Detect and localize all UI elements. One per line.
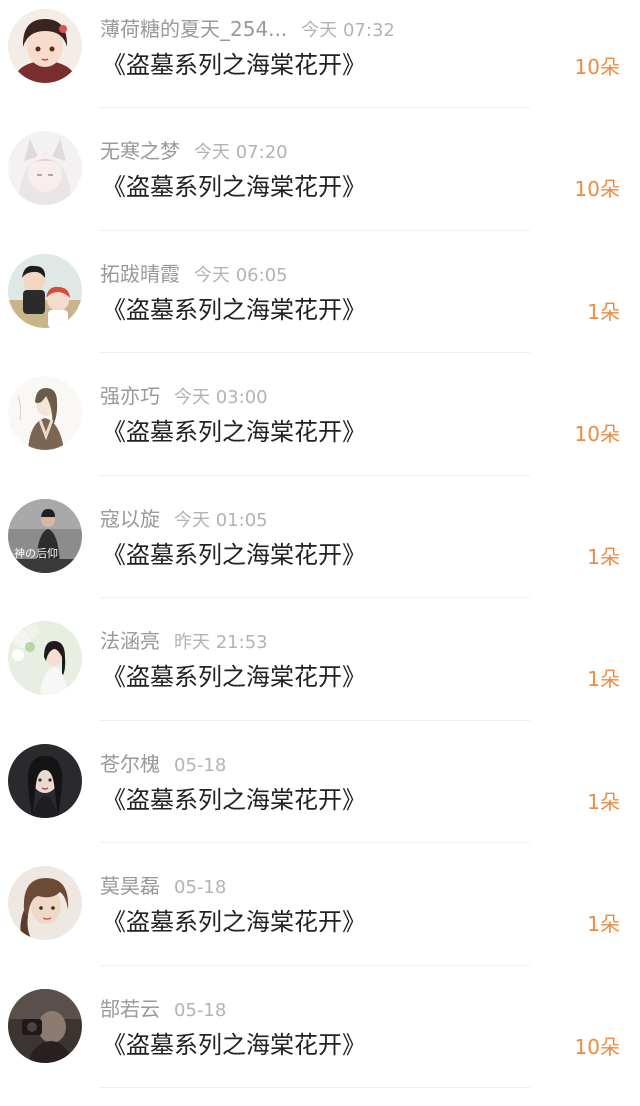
avatar[interactable]: [8, 743, 82, 818]
white-hair-icon: [8, 131, 82, 205]
portrait-woman-icon: [8, 866, 82, 940]
avatar[interactable]: [8, 131, 82, 205]
timestamp: 05-18: [174, 999, 227, 1021]
row-meta: 拓跋晴霞 今天 06:05: [100, 259, 288, 289]
user-name[interactable]: 郜若云: [100, 997, 160, 1021]
dark-girl-icon: [8, 743, 82, 818]
flower-girl-icon: [8, 621, 82, 695]
timestamp: 今天 07:32: [301, 20, 395, 41]
book-title: 《盗墓系列之海棠花开》: [102, 663, 366, 691]
list-item[interactable]: 苍尔槐 05-18 《盗墓系列之海棠花开》 1朵: [0, 721, 640, 843]
row-meta: 无寒之梦 今天 07:20: [100, 136, 288, 166]
user-name[interactable]: 法涵亮: [100, 629, 160, 653]
user-name[interactable]: 强亦巧: [100, 384, 160, 408]
user-name[interactable]: 薄荷糖的夏天_254...: [100, 17, 287, 41]
timestamp: 05-18: [174, 877, 227, 898]
book-title: 《盗墓系列之海棠花开》: [102, 51, 366, 79]
book-title: 《盗墓系列之海棠花开》: [102, 173, 366, 201]
timestamp: 昨天 21:53: [174, 632, 268, 653]
timestamp: 05-18: [174, 754, 227, 776]
row-meta: 苍尔槐 05-18: [100, 749, 226, 779]
timestamp: 今天 07:20: [194, 142, 288, 163]
user-name[interactable]: 苍尔槐: [100, 752, 160, 776]
avatar[interactable]: [8, 376, 82, 450]
list-item[interactable]: 神の后仰 寇以旋 今天 01:05 《盗墓系列之海棠花开》 1朵: [0, 476, 640, 598]
flower-count: 10朵: [574, 55, 620, 79]
row-meta: 强亦巧 今天 03:00: [100, 381, 268, 411]
sketch-man-icon: [8, 376, 82, 450]
flower-count: 1朵: [587, 789, 620, 814]
book-title: 《盗墓系列之海棠花开》: [102, 1030, 366, 1059]
user-name[interactable]: 拓跋晴霞: [100, 262, 180, 286]
avatar[interactable]: [8, 621, 82, 695]
avatar[interactable]: [8, 9, 82, 83]
divider: [100, 1087, 530, 1088]
row-meta: 莫昊磊 05-18: [100, 871, 226, 901]
flower-count: 1朵: [587, 667, 620, 691]
cartoon-duo-icon: [8, 253, 82, 328]
flower-count: 10朵: [574, 422, 620, 446]
avatar[interactable]: [8, 253, 82, 328]
flower-count: 10朵: [574, 177, 620, 201]
avatar[interactable]: [8, 988, 82, 1063]
row-meta: 郜若云 05-18: [100, 994, 226, 1024]
user-name[interactable]: 莫昊磊: [100, 874, 160, 898]
user-name[interactable]: 无寒之梦: [100, 139, 180, 163]
timestamp: 今天 01:05: [174, 509, 268, 531]
user-name[interactable]: 寇以旋: [100, 507, 160, 531]
list-item[interactable]: 强亦巧 今天 03:00 《盗墓系列之海棠花开》 10朵: [0, 353, 640, 476]
dark-camera-icon: [8, 988, 82, 1063]
book-title: 《盗墓系列之海棠花开》: [102, 295, 366, 324]
avatar[interactable]: 神の后仰: [8, 498, 82, 573]
book-title: 《盗墓系列之海棠花开》: [102, 908, 366, 936]
avatar[interactable]: [8, 866, 82, 940]
row-meta: 薄荷糖的夏天_254... 今天 07:32: [100, 14, 395, 44]
book-title: 《盗墓系列之海棠花开》: [102, 785, 366, 814]
flower-count: 1朵: [587, 912, 620, 936]
timestamp: 今天 03:00: [174, 387, 268, 408]
list-item[interactable]: 薄荷糖的夏天_254... 今天 07:32 《盗墓系列之海棠花开》 10朵: [0, 0, 640, 108]
flower-count: 1朵: [587, 299, 620, 324]
book-title: 《盗墓系列之海棠花开》: [102, 418, 366, 446]
gift-list: 薄荷糖的夏天_254... 今天 07:32 《盗墓系列之海棠花开》 10朵 无寒…: [0, 0, 640, 1088]
flower-count: 10朵: [574, 1034, 620, 1059]
list-item[interactable]: 拓跋晴霞 今天 06:05 《盗墓系列之海棠花开》 1朵: [0, 231, 640, 353]
flower-count: 1朵: [587, 544, 620, 569]
list-item[interactable]: 莫昊磊 05-18 《盗墓系列之海棠花开》 1朵: [0, 843, 640, 966]
row-meta: 法涵亮 昨天 21:53: [100, 626, 268, 656]
timestamp: 今天 06:05: [194, 264, 288, 286]
book-title: 《盗墓系列之海棠花开》: [102, 540, 366, 569]
list-item[interactable]: 郜若云 05-18 《盗墓系列之海棠花开》 10朵: [0, 966, 640, 1088]
photo-man-icon: 神の后仰: [8, 498, 82, 573]
row-meta: 寇以旋 今天 01:05: [100, 504, 268, 534]
anime-girl-icon: [8, 9, 82, 83]
list-item[interactable]: 无寒之梦 今天 07:20 《盗墓系列之海棠花开》 10朵: [0, 108, 640, 231]
avatar-caption: 神の后仰: [14, 546, 58, 560]
list-item[interactable]: 法涵亮 昨天 21:53 《盗墓系列之海棠花开》 1朵: [0, 598, 640, 721]
